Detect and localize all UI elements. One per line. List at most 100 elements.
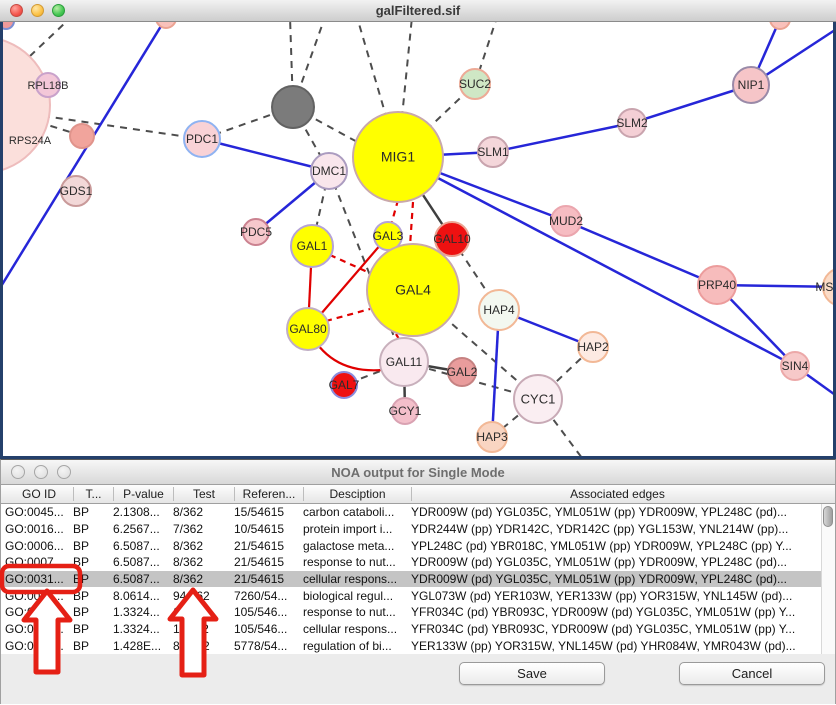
cell-description: cellular respons...	[303, 572, 411, 586]
table-row[interactable]: GO:0006...BP6.5087...8/36221/54615galact…	[1, 537, 835, 554]
node-label-HAP3: HAP3	[476, 430, 508, 444]
cell-edges: YGL073W (pd) YER103W, YER133W (pp) YOR31…	[411, 589, 823, 603]
cell-type: BP	[73, 639, 113, 653]
network-edge[interactable]	[566, 221, 717, 285]
node-label-GAL7: GAL7	[329, 378, 360, 392]
cell-type: BP	[73, 605, 113, 619]
column-header-go_id[interactable]: GO ID	[5, 487, 73, 501]
cell-type: BP	[73, 522, 113, 536]
network-node-top-clipped-node-2[interactable]	[770, 22, 790, 29]
cell-type: BP	[73, 622, 113, 636]
column-header-reference[interactable]: Referen...	[234, 487, 303, 501]
cell-reference: 7260/54...	[234, 589, 303, 603]
node-label-HAP2: HAP2	[577, 340, 609, 354]
cell-test: 11/362	[173, 605, 234, 619]
cell-edges: YFR034C (pd) YBR093C, YDR009W (pd) YGL03…	[411, 622, 823, 636]
network-edge[interactable]	[30, 114, 202, 139]
cell-test: 8/362	[173, 539, 234, 553]
cell-edges: YDR009W (pd) YGL035C, YML051W (pp) YDR00…	[411, 555, 823, 569]
cell-description: galactose meta...	[303, 539, 411, 553]
column-header-description[interactable]: Desciption	[303, 487, 411, 501]
node-label-RPS24A: RPS24A	[9, 135, 52, 147]
table-row[interactable]: GO:0050...BP1.428E...80/3625778/54...reg…	[1, 637, 835, 654]
node-label-SLM2: SLM2	[616, 116, 648, 130]
network-node-RPS24A[interactable]	[70, 124, 94, 148]
cell-reference: 21/54615	[234, 539, 303, 553]
cell-reference: 10/54615	[234, 522, 303, 536]
cell-edges: YDR009W (pd) YGL035C, YML051W (pp) YDR00…	[411, 505, 823, 519]
cell-test: 94/362	[173, 589, 234, 603]
node-label-PDC5: PDC5	[240, 225, 272, 239]
node-label-HAP4: HAP4	[483, 303, 515, 317]
cell-type: BP	[73, 539, 113, 553]
node-label-GAL2: GAL2	[447, 365, 478, 379]
node-label-SIN4: SIN4	[782, 359, 809, 373]
table-row[interactable]: GO:0045...BP2.1308...8/36215/54615carbon…	[1, 504, 835, 521]
column-header-edges[interactable]: Associated edges	[411, 487, 823, 501]
cell-description: biological regul...	[303, 589, 411, 603]
table-scrollbar[interactable]	[821, 504, 835, 654]
cell-edges: YPL248C (pd) YBR018C, YML051W (pp) YDR00…	[411, 539, 823, 553]
table-row[interactable]: GO:0016...BP6.2567...7/36210/54615protei…	[1, 521, 835, 538]
cell-reference: 105/546...	[234, 622, 303, 636]
node-label-MSI: MSI	[815, 280, 836, 294]
close-button[interactable]	[11, 465, 25, 479]
cell-description: cellular respons...	[303, 622, 411, 636]
node-label-PDC1: PDC1	[186, 132, 218, 146]
close-button[interactable]	[10, 4, 23, 17]
cell-test: 8/362	[173, 572, 234, 586]
cell-p_value: 2.1308...	[113, 505, 173, 519]
network-edge[interactable]	[326, 309, 370, 321]
save-button[interactable]: Save	[459, 662, 605, 685]
minimize-button[interactable]	[31, 4, 44, 17]
minimize-button[interactable]	[34, 465, 48, 479]
node-label-DMC1: DMC1	[312, 164, 346, 178]
column-header-p_value[interactable]: P-value	[113, 487, 173, 501]
cell-type: BP	[73, 572, 113, 586]
cell-go_id: GO:0050...	[5, 639, 73, 653]
cell-go_id: GO:0031...	[5, 605, 73, 619]
zoom-button[interactable]	[57, 465, 71, 479]
cell-description: protein import i...	[303, 522, 411, 536]
node-label-RPL18B: RPL18B	[28, 80, 69, 92]
node-label-PRP40: PRP40	[698, 278, 736, 292]
cancel-button[interactable]: Cancel	[679, 662, 825, 685]
node-label-GAL11: GAL11	[386, 355, 423, 369]
node-label-CYC1: CYC1	[521, 391, 556, 406]
network-canvas[interactable]: RPL18BRPS24AGDS1PDC1PDC5MIG1SUC2SLM1DMC1…	[0, 22, 836, 459]
table-row[interactable]: GO:0007...BP6.5087...8/36221/54615respon…	[1, 554, 835, 571]
table-row[interactable]: GO:0065...BP8.0614...94/3627260/54...bio…	[1, 587, 835, 604]
cell-edges: YDR244W (pp) YDR142C, YDR142C (pp) YGL15…	[411, 522, 823, 536]
network-titlebar[interactable]: galFiltered.sif	[0, 0, 836, 22]
cell-go_id: GO:0006...	[5, 539, 73, 553]
noa-titlebar[interactable]: NOA output for Single Mode	[1, 460, 835, 485]
network-node-cluster-node[interactable]	[0, 37, 50, 173]
network-edge[interactable]	[493, 123, 632, 152]
table-row[interactable]: GO:0031...BP6.5087...8/36221/54615cellul…	[1, 571, 835, 588]
column-header-test[interactable]: Test	[173, 487, 234, 501]
cell-reference: 21/54615	[234, 555, 303, 569]
scrollbar-thumb[interactable]	[823, 506, 833, 527]
cell-p_value: 6.2567...	[113, 522, 173, 536]
cell-description: response to nut...	[303, 605, 411, 619]
column-header-type[interactable]: T...	[73, 487, 113, 501]
cell-test: 8/362	[173, 555, 234, 569]
cell-p_value: 6.5087...	[113, 555, 173, 569]
table-header: GO IDT...P-valueTestReferen...Desciption…	[1, 485, 835, 504]
zoom-button[interactable]	[52, 4, 65, 17]
cell-test: 80/362	[173, 639, 234, 653]
table-row[interactable]: GO:0031...BP1.3324...11/362105/546...res…	[1, 604, 835, 621]
cell-reference: 105/546...	[234, 605, 303, 619]
cell-go_id: GO:0016...	[5, 522, 73, 536]
table-body: GO:0045...BP2.1308...8/36215/54615carbon…	[1, 504, 835, 654]
network-edge[interactable]	[410, 202, 413, 246]
network-edge[interactable]	[202, 139, 329, 171]
cell-go_id: GO:0031...	[5, 622, 73, 636]
cell-go_id: GO:0031...	[5, 572, 73, 586]
network-node-gray-node[interactable]	[272, 86, 314, 128]
table-row[interactable]: GO:0031...BP1.3324...11/362105/546...cel…	[1, 621, 835, 638]
node-label-SUC2: SUC2	[459, 77, 491, 91]
cell-reference: 21/54615	[234, 572, 303, 586]
cell-go_id: GO:0045...	[5, 505, 73, 519]
network-edge[interactable]	[330, 255, 372, 274]
